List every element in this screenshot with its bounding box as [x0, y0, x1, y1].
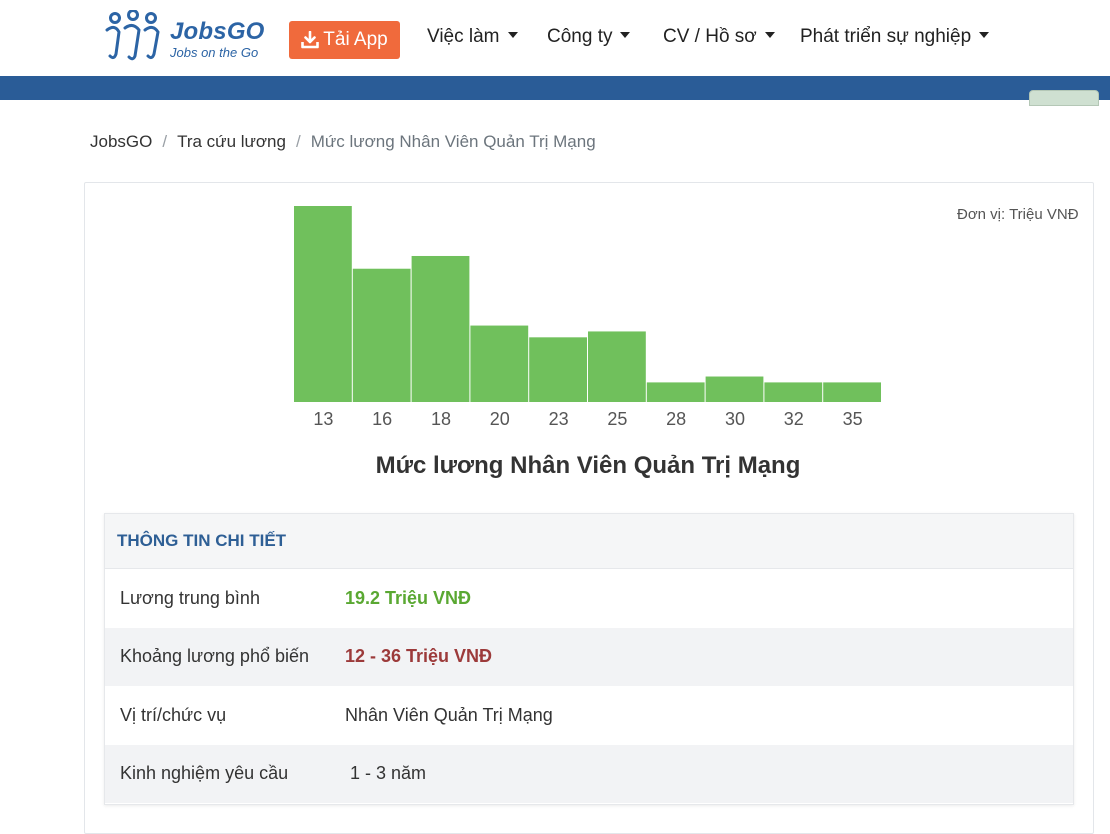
detail-row-position: Vị trí/chức vụ Nhân Viên Quản Trị Mạng	[105, 686, 1073, 745]
histogram-bar	[470, 325, 529, 402]
detail-label: Khoảng lương phổ biến	[120, 646, 309, 667]
avg-salary-value: 19.2 Triệu VNĐ	[345, 587, 472, 608]
histogram-bar	[411, 255, 470, 402]
detail-row-experience: Kinh nghiệm yêu cầu 1 - 3 năm	[105, 744, 1073, 803]
histogram-bar	[823, 382, 881, 402]
x-tick-label: 18	[431, 409, 451, 429]
histogram-bar	[646, 382, 705, 402]
histogram-bar	[529, 337, 587, 402]
details-panel: THÔNG TIN CHI TIẾT Lương trung bình 19.2…	[104, 513, 1074, 805]
detail-row-salary-range: Khoảng lương phổ biến 12 - 36 Triệu VNĐ	[105, 627, 1073, 686]
x-tick-label: 35	[843, 409, 863, 429]
histogram-bar	[588, 331, 646, 402]
salary-histogram: 13 16 18 20 23 25 28 30 32 35	[294, 206, 881, 429]
position-value: Nhân Viên Quản Trị Mạng	[345, 704, 553, 725]
x-tick-label: 20	[490, 409, 510, 429]
histogram-bar	[352, 268, 411, 402]
x-tick-label: 23	[549, 409, 569, 429]
salary-range-value: 12 - 36 Triệu VNĐ	[345, 646, 493, 667]
x-tick-label: 16	[372, 409, 392, 429]
x-tick-label: 25	[607, 409, 627, 429]
x-tick-label: 32	[784, 409, 804, 429]
chart-title: Mức lương Nhân Viên Quản Trị Mạng	[375, 452, 801, 479]
detail-label: Lương trung bình	[120, 587, 260, 608]
x-tick-label: 30	[725, 409, 745, 429]
unit-note: Đơn vị: Triệu VNĐ	[957, 206, 1079, 223]
detail-row-avg-salary: Lương trung bình 19.2 Triệu VNĐ	[105, 569, 1073, 628]
x-tick-label: 13	[313, 409, 333, 429]
details-heading: THÔNG TIN CHI TIẾT	[105, 514, 1073, 569]
detail-label: Vị trí/chức vụ	[120, 704, 227, 725]
histogram-bar	[764, 382, 823, 402]
histogram-bar	[705, 376, 764, 402]
detail-label: Kinh nghiệm yêu cầu	[120, 763, 289, 784]
x-tick-label: 28	[666, 409, 686, 429]
experience-value: 1 - 3 năm	[345, 763, 427, 784]
histogram-bar	[294, 206, 352, 402]
